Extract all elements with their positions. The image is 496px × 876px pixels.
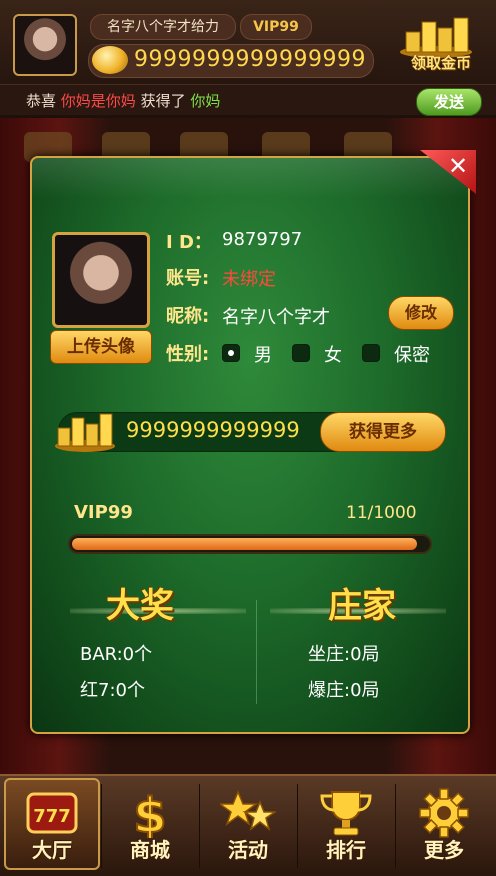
avatar[interactable] bbox=[13, 14, 77, 76]
id-label: I D： bbox=[166, 232, 212, 253]
send-button[interactable]: 发送 bbox=[416, 88, 482, 116]
gender-radio-female[interactable] bbox=[292, 344, 310, 362]
announcement-prefix: 恭喜 bbox=[26, 92, 57, 110]
account-label: 账号: bbox=[166, 268, 210, 289]
gender-radio-male[interactable] bbox=[222, 344, 240, 362]
burst-banker-count: 爆庄:0局 bbox=[308, 680, 380, 701]
coin-balance: 9999999999999999 bbox=[134, 47, 366, 72]
coin-icon bbox=[92, 46, 128, 74]
sit-banker-count: 坐庄:0局 bbox=[308, 644, 380, 665]
gender-option-male[interactable]: 男 bbox=[254, 341, 272, 367]
dollar-sign-icon: $ bbox=[132, 788, 167, 838]
gold-pile-icon bbox=[55, 413, 115, 452]
claim-gold-button[interactable]: 领取金币 bbox=[402, 52, 480, 73]
vip-progress-text: 11/1000 bbox=[346, 503, 417, 523]
panel-highlight bbox=[32, 158, 468, 198]
jackpot-title: 大奖 bbox=[106, 586, 174, 626]
svg-text:$: $ bbox=[133, 788, 166, 838]
vip-level: VIP99 bbox=[74, 502, 133, 523]
gender-option-female[interactable]: 女 bbox=[324, 341, 342, 367]
nickname-label: 昵称: bbox=[166, 306, 210, 327]
gold-amount: 9999999999999 bbox=[126, 418, 300, 442]
radio-selected-dot bbox=[228, 350, 234, 356]
vip-badge: VIP99 bbox=[240, 14, 312, 40]
announcement-item: 你妈 bbox=[190, 92, 221, 110]
svg-text:777: 777 bbox=[33, 806, 71, 827]
nav-label-more: 更多 bbox=[424, 838, 464, 862]
announcement-middle: 获得了 bbox=[140, 92, 186, 110]
close-icon[interactable]: ✕ bbox=[448, 152, 468, 180]
upload-avatar-button[interactable]: 上传头像 bbox=[50, 330, 152, 364]
nav-label-lobby: 大厅 bbox=[32, 838, 72, 862]
nickname-value: 名字八个字才 bbox=[222, 307, 330, 328]
gear-icon bbox=[419, 788, 469, 838]
nav-label-events: 活动 bbox=[228, 838, 268, 862]
bar-count: BAR:0个 bbox=[80, 644, 153, 665]
nav-label-shop: 商城 bbox=[130, 838, 170, 862]
get-more-gold-button[interactable]: 获得更多 bbox=[320, 412, 446, 452]
slot-777-icon: 777 bbox=[26, 792, 78, 834]
player-name: 名字八个字才给力 bbox=[90, 14, 236, 40]
stats-divider bbox=[256, 600, 257, 704]
gender-radio-secret[interactable] bbox=[362, 344, 380, 362]
announcement-player: 你妈是你妈 bbox=[60, 92, 136, 110]
id-value: 9879797 bbox=[222, 229, 303, 250]
gender-option-secret[interactable]: 保密 bbox=[394, 341, 430, 367]
profile-avatar bbox=[52, 232, 150, 328]
vip-progress-fill bbox=[72, 538, 417, 550]
account-value: 未绑定 bbox=[222, 269, 276, 290]
nav-label-ranking: 排行 bbox=[326, 838, 366, 862]
edit-nickname-button[interactable]: 修改 bbox=[388, 296, 454, 330]
gender-label: 性别: bbox=[166, 344, 210, 365]
stars-icon bbox=[220, 790, 276, 831]
announcement-text: 恭喜 你妈是你妈 获得了 你妈 bbox=[26, 90, 220, 111]
banker-title: 庄家 bbox=[328, 586, 396, 626]
trophy-icon bbox=[320, 791, 372, 836]
red7-count: 红7:0个 bbox=[80, 680, 145, 701]
